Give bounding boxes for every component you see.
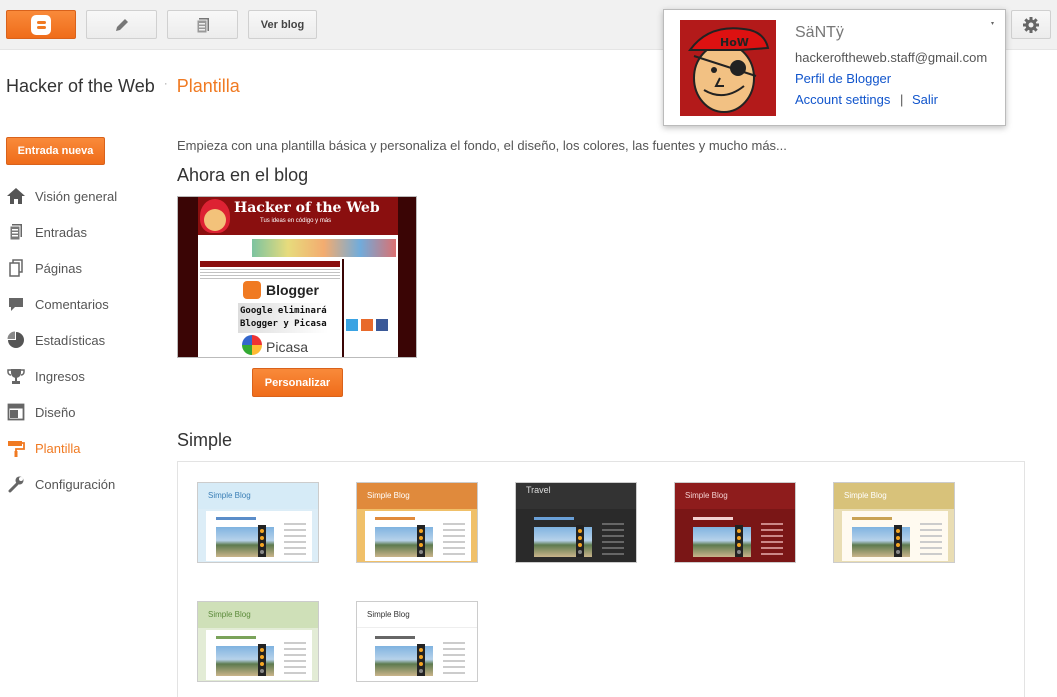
preview-blogger-logo-icon (243, 281, 261, 299)
avatar[interactable]: HoW (680, 20, 776, 116)
page-icon (6, 258, 26, 278)
preview-nav (198, 235, 398, 259)
template-simple-red[interactable]: Simple Blog (674, 482, 796, 563)
sidebar-item-layout[interactable]: Diseño (6, 394, 166, 430)
breadcrumb: Hacker of the Web · Plantilla (6, 76, 240, 97)
account-name: SäNTÿ (795, 24, 844, 41)
template-simple-blue[interactable]: Simple Blog (197, 482, 319, 563)
new-post-pencil-button[interactable] (86, 10, 157, 39)
template-title: Simple Blog (208, 610, 251, 619)
intro-text: Empieza con una plantilla básica y perso… (177, 138, 787, 153)
sidebar-item-comments[interactable]: Comentarios (6, 286, 166, 322)
layout-icon (6, 402, 26, 422)
pages-icon (196, 17, 209, 33)
sidebar-item-posts[interactable]: Entradas (6, 214, 166, 250)
sidebar-item-label: Páginas (35, 260, 82, 276)
comment-icon (6, 294, 26, 314)
sidebar-item-stats[interactable]: Estadísticas (6, 322, 166, 358)
wrench-icon (6, 474, 26, 494)
chevron-down-icon[interactable]: ▾ (991, 20, 994, 27)
template-simple-green[interactable]: Simple Blog (197, 601, 319, 682)
template-title: Simple Blog (367, 491, 410, 500)
template-title: Simple Blog (208, 491, 251, 500)
sidebar-item-earnings[interactable]: Ingresos (6, 358, 166, 394)
template-title: Travel (526, 485, 551, 495)
blogger-home-button[interactable] (6, 10, 76, 39)
current-blog-heading: Ahora en el blog (177, 165, 309, 185)
customize-button[interactable]: Personalizar (252, 368, 343, 397)
gear-icon (1023, 16, 1039, 33)
sidebar-item-label: Estadísticas (35, 332, 106, 348)
posts-list-button[interactable] (167, 10, 238, 39)
preview-blogger-label: Blogger (243, 281, 319, 299)
preview-line1: Google eliminará (240, 306, 327, 316)
pirate-avatar-icon: HoW (680, 20, 776, 116)
preview-sidebar (344, 259, 398, 357)
template-title: Simple Blog (367, 610, 410, 619)
blogger-profile-link[interactable]: Perfil de Blogger (795, 71, 891, 86)
posts-icon (6, 222, 26, 242)
preview-mascot-image (200, 199, 230, 233)
sidebar-item-pages[interactable]: Páginas (6, 250, 166, 286)
sidebar-item-label: Entradas (35, 224, 88, 240)
sidebar-item-label: Visión general (35, 188, 118, 204)
sidebar-item-overview[interactable]: Visión general (6, 178, 166, 214)
settings-button[interactable] (1011, 10, 1051, 39)
paint-roller-icon (6, 438, 26, 458)
home-icon (6, 186, 26, 206)
account-popup: HoW SäNTÿ ▾ hackeroftheweb.staff@gmail.c… (663, 9, 1006, 126)
blogger-logo-icon (31, 14, 51, 35)
view-blog-button[interactable]: Ver blog (248, 10, 317, 39)
sidebar-item-label: Plantilla (35, 440, 81, 456)
link-separator: | (900, 92, 904, 107)
preview-line2: Blogger y Picasa (240, 319, 327, 329)
sidebar-item-template[interactable]: Plantilla (6, 430, 166, 466)
preview-picasa-logo-icon (242, 335, 262, 355)
account-settings-link[interactable]: Account settings (795, 92, 890, 107)
trophy-icon (6, 366, 26, 386)
sidebar-item-label: Comentarios (35, 296, 109, 312)
pie-chart-icon (6, 330, 26, 350)
simple-templates-heading: Simple (177, 430, 233, 450)
sign-out-link[interactable]: Salir (912, 92, 938, 107)
account-email: hackeroftheweb.staff@gmail.com (795, 50, 988, 65)
page-title: Plantilla (176, 76, 240, 96)
new-post-button[interactable]: Entrada nueva (6, 137, 105, 165)
template-travel[interactable]: Travel (515, 482, 637, 563)
preview-picasa-label: Picasa (266, 339, 309, 355)
sidebar-item-settings[interactable]: Configuración (6, 466, 166, 502)
template-simple-tan[interactable]: Simple Blog (833, 482, 955, 563)
template-simple-orange[interactable]: Simple Blog (356, 482, 478, 563)
template-title: Simple Blog (844, 491, 887, 500)
svg-text:HoW: HoW (720, 36, 749, 49)
sidebar-nav: Visión general Entradas Páginas Comentar… (6, 178, 166, 502)
view-blog-label: Ver blog (260, 18, 305, 31)
template-title: Simple Blog (685, 491, 728, 500)
current-template-preview[interactable]: Hacker of the Web Tus ideas en código y … (177, 196, 417, 358)
blog-title[interactable]: Hacker of the Web (6, 76, 155, 97)
preview-content: Blogger Google eliminará Blogger y Picas… (198, 259, 342, 357)
preview-blog-title: Hacker of the Web (234, 200, 380, 216)
sidebar-item-label: Ingresos (35, 368, 85, 384)
sidebar-item-label: Configuración (35, 476, 116, 492)
preview-tagline: Tus ideas en código y más (260, 218, 332, 224)
breadcrumb-separator: · (163, 75, 168, 90)
template-simple-white[interactable]: Simple Blog (356, 601, 478, 682)
template-gallery: Simple Blog Simple Blog Travel Simple Bl… (177, 461, 1025, 697)
pencil-icon (115, 18, 128, 31)
sidebar-item-label: Diseño (35, 404, 76, 420)
